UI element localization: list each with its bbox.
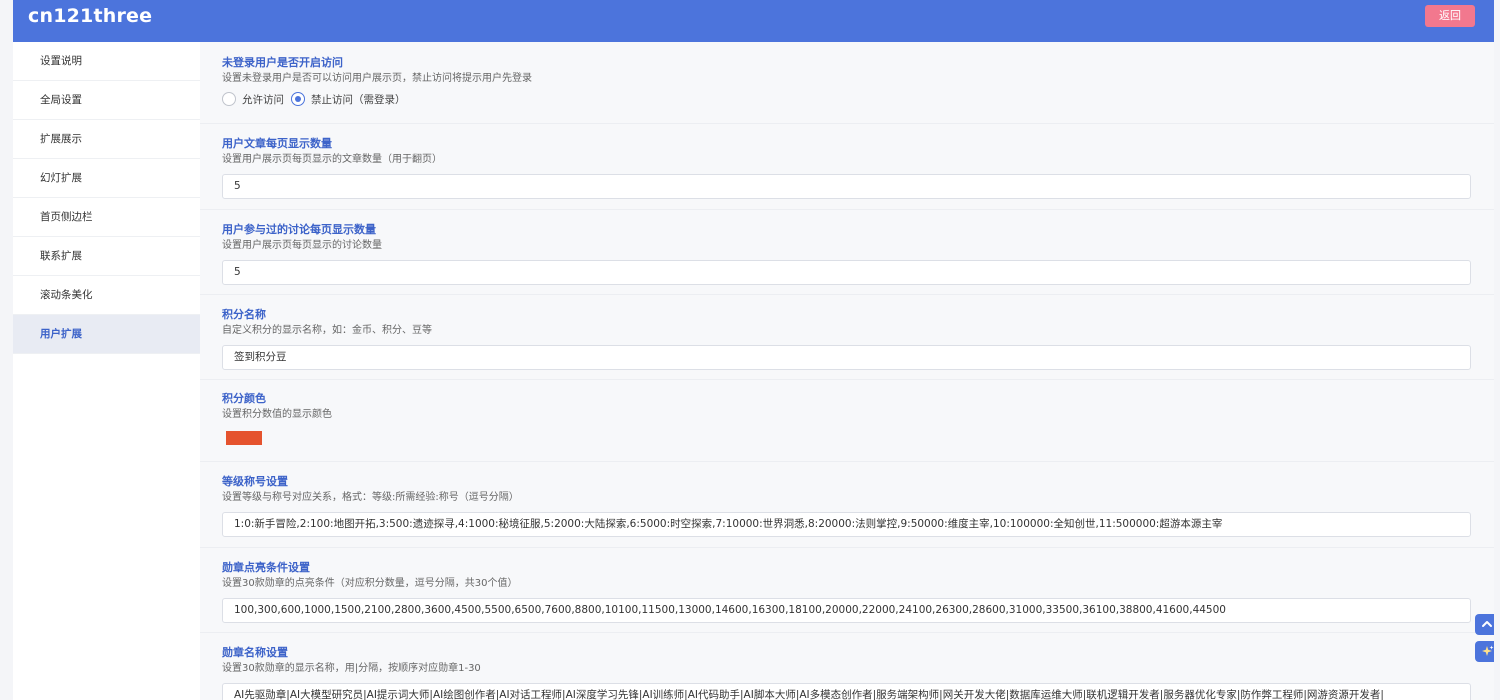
radio-label: 允许访问	[242, 93, 284, 106]
points-name-input[interactable]: 签到积分豆	[222, 345, 1471, 370]
app-title: cn121three	[28, 5, 153, 27]
points-color-picker[interactable]	[226, 431, 262, 445]
sidebar: 设置说明 全局设置 扩展展示 幻灯扩展 首页侧边栏 联系扩展 滚动条美化 用户扩…	[13, 42, 200, 700]
setting-title: 未登录用户是否开启访问	[222, 56, 343, 69]
sidebar-item-slideshow-extension[interactable]: 幻灯扩展	[13, 159, 200, 198]
setting-title: 积分名称	[222, 308, 266, 321]
radio-deny-access[interactable]: 禁止访问（需登录）	[291, 92, 406, 107]
posts-per-page-input[interactable]: 5	[222, 174, 1471, 199]
setting-description: 设置30款勋章的显示名称，用|分隔，按顺序对应勋章1-30	[222, 663, 481, 674]
sidebar-item-user-extension[interactable]: 用户扩展	[13, 315, 200, 354]
radio-button-unchecked[interactable]	[222, 92, 236, 106]
settings-content: 未登录用户是否开启访问 设置未登录用户是否可以访问用户展示页，禁止访问将提示用户…	[200, 42, 1494, 700]
setting-description: 设置用户展示页每页显示的文章数量（用于翻页）	[222, 154, 442, 165]
setting-level-titles: 等级称号设置 设置等级与称号对应关系，格式：等级:所需经验:称号（逗号分隔） 1…	[200, 462, 1494, 548]
setting-description: 设置等级与称号对应关系，格式：等级:所需经验:称号（逗号分隔）	[222, 492, 519, 503]
sidebar-item-settings-guide[interactable]: 设置说明	[13, 42, 200, 81]
setting-points-name: 积分名称 自定义积分的显示名称，如：金币、积分、豆等 签到积分豆	[200, 295, 1494, 380]
setting-title: 勋章名称设置	[222, 646, 288, 659]
setting-guest-access: 未登录用户是否开启访问 设置未登录用户是否可以访问用户展示页，禁止访问将提示用户…	[200, 42, 1494, 124]
guest-access-radio-group: 允许访问 禁止访问（需登录）	[222, 91, 1494, 107]
setting-badge-names: 勋章名称设置 设置30款勋章的显示名称，用|分隔，按顺序对应勋章1-30 AI先…	[200, 633, 1494, 700]
radio-button-checked[interactable]	[291, 92, 305, 106]
badge-names-input[interactable]: AI先驱勋章|AI大模型研究员|AI提示词大师|AI绘图创作者|AI对话工程师|…	[222, 683, 1471, 700]
radio-label: 禁止访问（需登录）	[311, 93, 406, 106]
setting-description: 设置30款勋章的点亮条件（对应积分数量，逗号分隔，共30个值）	[222, 578, 518, 589]
setting-points-color: 积分颜色 设置积分数值的显示颜色	[200, 380, 1494, 462]
scroll-to-top-button[interactable]	[1475, 614, 1494, 635]
setting-title: 用户文章每页显示数量	[222, 137, 332, 150]
setting-description: 设置未登录用户是否可以访问用户展示页，禁止访问将提示用户先登录	[222, 73, 532, 84]
setting-title: 等级称号设置	[222, 475, 288, 488]
page-frame: cn121three 返回 设置说明 全局设置 扩展展示 幻灯扩展 首页侧边栏 …	[0, 0, 1500, 700]
setting-title: 积分颜色	[222, 392, 266, 405]
settings-app: cn121three 返回 设置说明 全局设置 扩展展示 幻灯扩展 首页侧边栏 …	[13, 0, 1494, 700]
back-button[interactable]: 返回	[1425, 5, 1475, 27]
sidebar-item-contact-extension[interactable]: 联系扩展	[13, 237, 200, 276]
badge-conditions-input[interactable]: 100,300,600,1000,1500,2100,2800,3600,450…	[222, 598, 1471, 623]
sparkle-icon	[1481, 645, 1493, 656]
setting-posts-per-page: 用户文章每页显示数量 设置用户展示页每页显示的文章数量（用于翻页） 5	[200, 124, 1494, 210]
setting-discussions-per-page: 用户参与过的讨论每页显示数量 设置用户展示页每页显示的讨论数量 5	[200, 210, 1494, 295]
setting-badge-conditions: 勋章点亮条件设置 设置30款勋章的点亮条件（对应积分数量，逗号分隔，共30个值）…	[200, 548, 1494, 633]
setting-title: 勋章点亮条件设置	[222, 561, 310, 574]
setting-description: 设置积分数值的显示颜色	[222, 409, 332, 420]
top-header: cn121three 返回	[13, 0, 1494, 42]
sidebar-item-extension-display[interactable]: 扩展展示	[13, 120, 200, 159]
setting-title: 用户参与过的讨论每页显示数量	[222, 223, 376, 236]
ai-assistant-button[interactable]	[1475, 641, 1494, 662]
level-titles-input[interactable]: 1:0:新手冒险,2:100:地图开拓,3:500:遗迹探寻,4:1000:秘境…	[222, 512, 1471, 537]
setting-description: 设置用户展示页每页显示的讨论数量	[222, 240, 382, 251]
setting-description: 自定义积分的显示名称，如：金币、积分、豆等	[222, 325, 432, 336]
discussions-per-page-input[interactable]: 5	[222, 260, 1471, 285]
sidebar-item-home-sidebar[interactable]: 首页侧边栏	[13, 198, 200, 237]
sidebar-item-global-settings[interactable]: 全局设置	[13, 81, 200, 120]
sidebar-item-scrollbar-beautify[interactable]: 滚动条美化	[13, 276, 200, 315]
chevron-up-icon	[1482, 621, 1492, 627]
radio-allow-access[interactable]: 允许访问	[222, 92, 284, 107]
